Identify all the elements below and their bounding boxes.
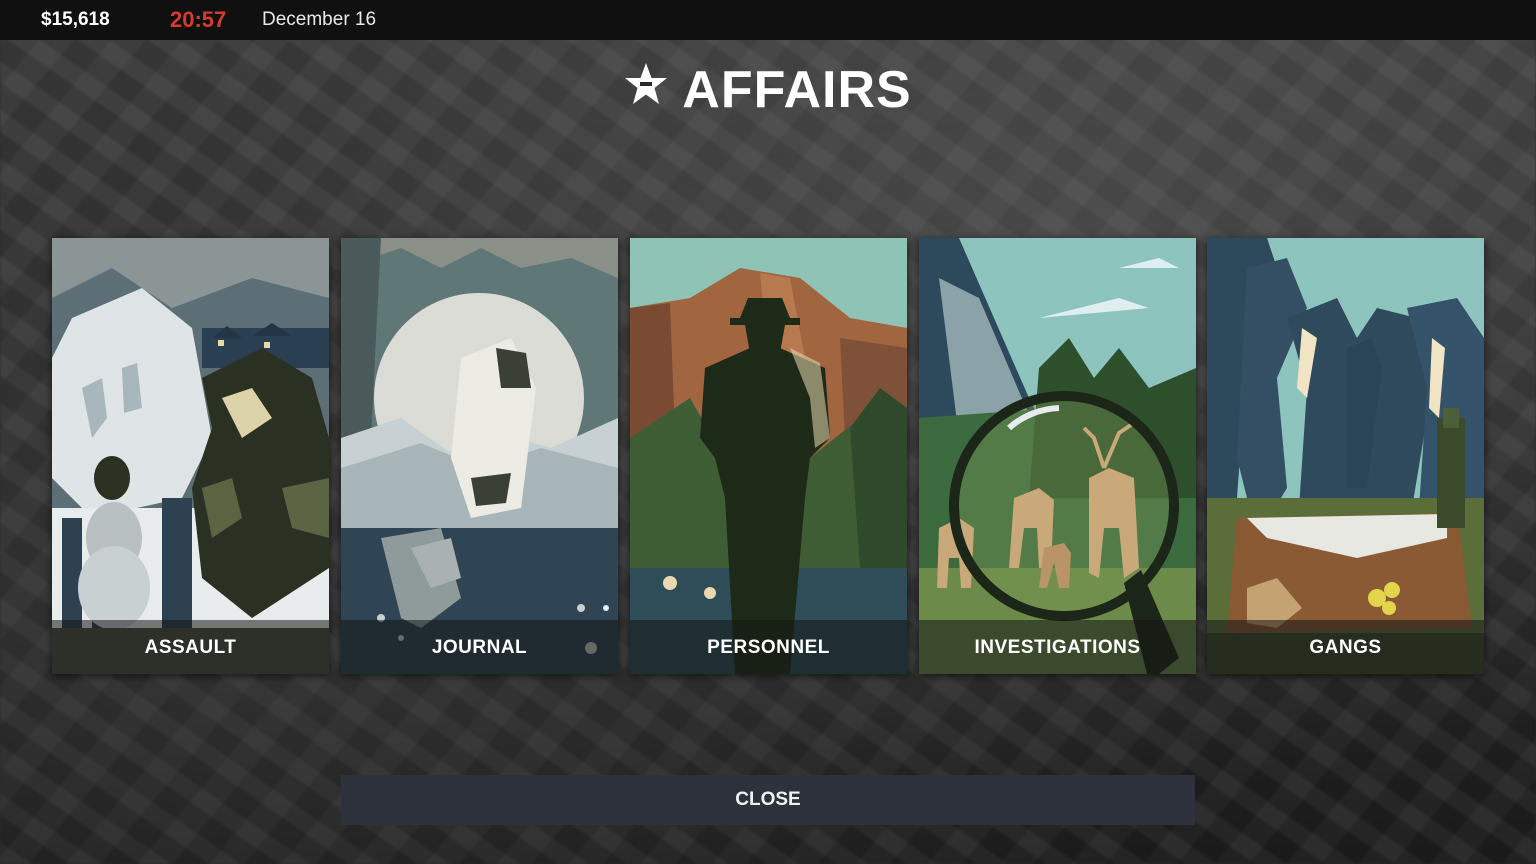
close-button[interactable]: CLOSE [341, 775, 1195, 825]
journal-illustration [341, 238, 618, 674]
investigations-illustration [919, 238, 1196, 674]
card-investigations[interactable]: INVESTIGATIONS [919, 238, 1196, 674]
card-label: PERSONNEL [630, 620, 907, 674]
card-journal[interactable]: JOURNAL [341, 238, 618, 674]
card-assault[interactable]: ASSAULT [52, 238, 329, 674]
game-date: December 16 [262, 9, 377, 30]
game-clock: 20:57 [170, 7, 227, 32]
money-counter: $15,618 [41, 9, 110, 30]
affairs-card-row: ASSAULT JOURNAL PERSONNEL INVESTIGATIONS… [52, 238, 1484, 674]
star-badge-icon [624, 59, 668, 119]
card-gangs[interactable]: GANGS [1207, 238, 1484, 674]
card-personnel[interactable]: PERSONNEL [630, 238, 907, 674]
page-title-text: AFFAIRS [682, 61, 912, 119]
card-label: JOURNAL [341, 620, 618, 674]
card-label: GANGS [1207, 620, 1484, 674]
hud-bar: $15,618 20:57 December 16 [0, 0, 1536, 40]
gangs-illustration [1207, 238, 1484, 674]
card-label: INVESTIGATIONS [919, 620, 1196, 674]
card-label: ASSAULT [52, 620, 329, 674]
personnel-illustration [630, 238, 907, 674]
assault-illustration [52, 238, 329, 674]
page-title: AFFAIRS [0, 60, 1536, 123]
